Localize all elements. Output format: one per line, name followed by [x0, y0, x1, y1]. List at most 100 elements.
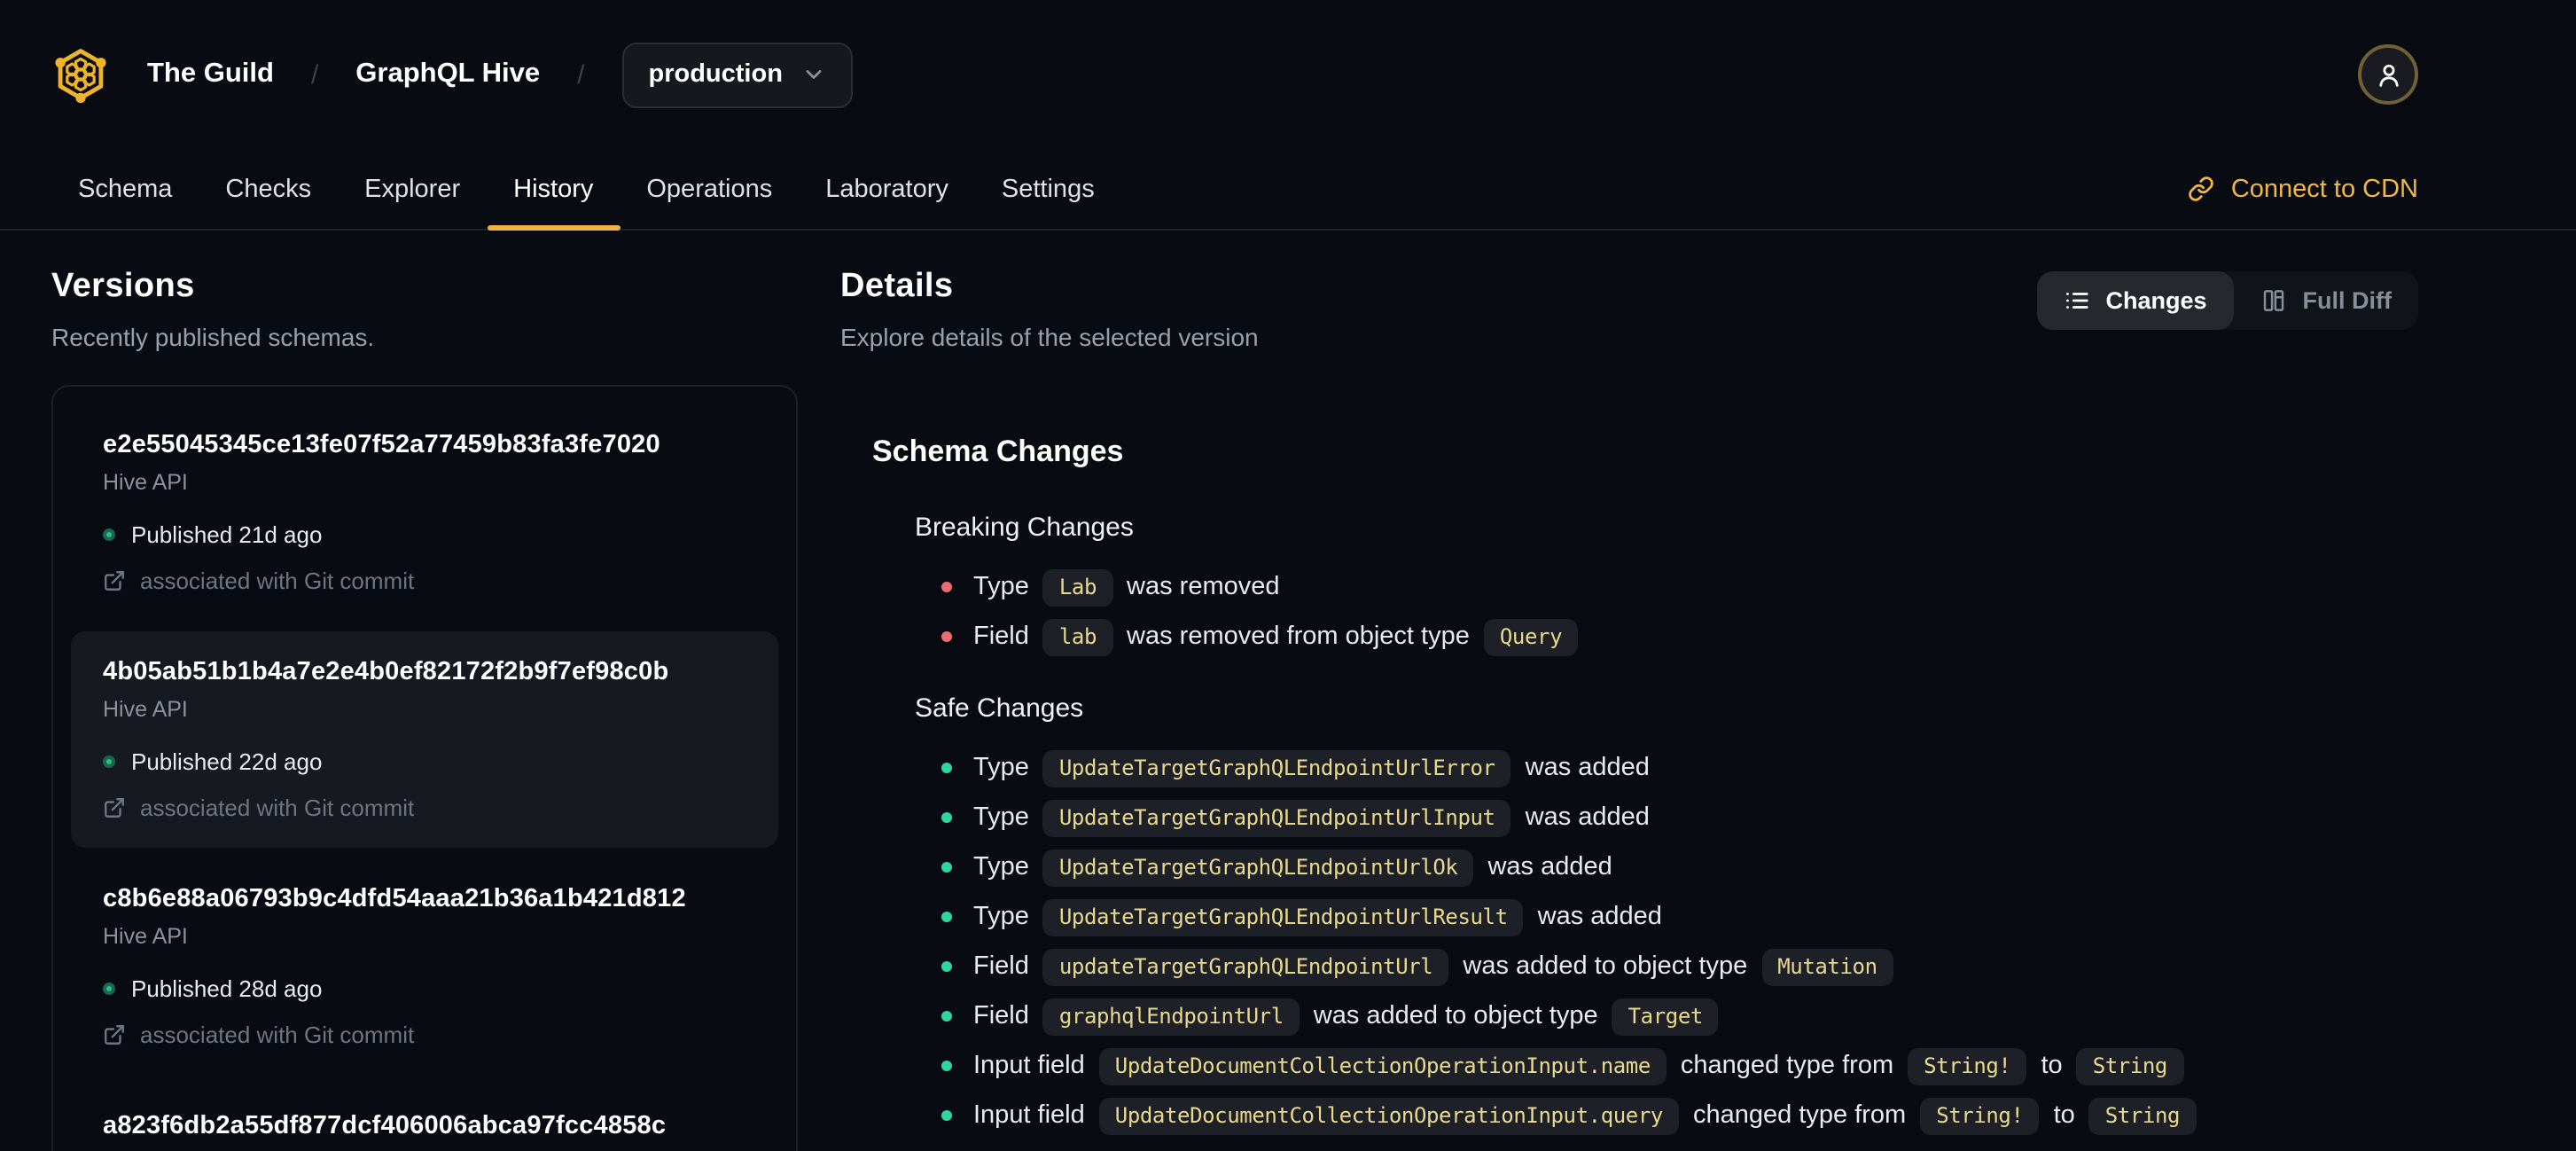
- schema-changes: Schema Changes Breaking Changes Type Lab w…: [840, 435, 2418, 1140]
- schema-changes-title: Schema Changes: [872, 435, 1124, 468]
- change-row: Type Lab was removed: [915, 562, 2418, 612]
- code-chip: UpdateTargetGraphQLEndpointUrlError: [1042, 749, 1511, 787]
- header: The Guild / GraphQL Hive / production Sc…: [0, 0, 2576, 231]
- list-icon: [2065, 293, 2088, 309]
- breaking-bullet-icon: [941, 582, 952, 592]
- code-chip: String: [2076, 1047, 2183, 1084]
- code-chip: String!: [1920, 1097, 2040, 1134]
- change-text: Field: [973, 1002, 1029, 1030]
- code-chip: UpdateTargetGraphQLEndpointUrlInput: [1042, 799, 1511, 836]
- tab-schema[interactable]: Schema: [51, 149, 199, 229]
- version-item[interactable]: a823f6db2a55df877dcf406006abca97fcc4858c…: [71, 1085, 778, 1151]
- changes-view-button[interactable]: Changes: [2036, 271, 2234, 330]
- change-row: Input field UpdateDocumentCollectionOpera…: [915, 1041, 2418, 1091]
- version-status: Published 28d ago: [103, 975, 746, 1002]
- link-icon: [2190, 176, 2214, 201]
- change-text: to: [2041, 1052, 2063, 1080]
- main-content: Versions Recently published schemas. e2e…: [0, 231, 2576, 1151]
- safe-bullet-icon: [941, 763, 952, 773]
- code-chip: lab: [1042, 618, 1113, 655]
- code-chip: UpdateTargetGraphQLEndpointUrlOk: [1042, 849, 1474, 886]
- version-service: Hive API: [103, 924, 188, 949]
- code-chip: Query: [1483, 618, 1579, 655]
- change-list: Type Lab was removed Field lab was removed fr…: [915, 562, 2418, 662]
- view-toggle: Changes Full Diff: [2036, 271, 2418, 330]
- published-dot-icon: [103, 983, 115, 995]
- change-row: Type UpdateTargetGraphQLEndpointUrlResult…: [915, 892, 2418, 942]
- tab-operations[interactable]: Operations: [620, 149, 799, 229]
- published-dot-icon: [103, 756, 115, 768]
- version-service: Hive API: [103, 697, 188, 722]
- change-row: Field graphqlEndpointUrl was added to obje…: [915, 991, 2418, 1041]
- safe-bullet-icon: [941, 912, 952, 922]
- code-chip: graphqlEndpointUrl: [1042, 998, 1300, 1035]
- git-commit-link[interactable]: associated with Git commit: [103, 795, 746, 821]
- safe-bullet-icon: [941, 961, 952, 972]
- connect-to-cdn-label: Connect to CDN: [2230, 175, 2418, 203]
- change-text: Type: [973, 803, 1029, 832]
- change-row: Type UpdateTargetGraphQLEndpointUrlInput w…: [915, 793, 2418, 842]
- change-text: was removed: [1127, 573, 1280, 601]
- version-hash: c8b6e88a06793b9c4dfd54aaa21b36a1b421d812: [103, 885, 686, 913]
- published-dot-icon: [103, 529, 115, 541]
- git-commit-link[interactable]: associated with Git commit: [103, 1022, 746, 1048]
- version-item[interactable]: e2e55045345ce13fe07f52a77459b83fa3fe7020…: [71, 404, 778, 621]
- change-text: Field: [973, 952, 1029, 981]
- external-link-icon: [105, 571, 124, 591]
- version-hash: a823f6db2a55df877dcf406006abca97fcc4858c: [103, 1112, 667, 1140]
- tab-laboratory[interactable]: Laboratory: [799, 149, 975, 229]
- change-row: Field lab was removed from object type Quer…: [915, 612, 2418, 662]
- target-selector[interactable]: production: [621, 42, 854, 107]
- tab-checks[interactable]: Checks: [199, 149, 338, 229]
- tab-history[interactable]: History: [487, 149, 621, 231]
- git-commit-link[interactable]: associated with Git commit: [103, 568, 746, 594]
- change-text: was added: [1537, 903, 1662, 931]
- change-row: Type UpdateTargetGraphQLEndpointUrlError w…: [915, 743, 2418, 793]
- breaking-bullet-icon: [941, 631, 952, 642]
- details-header: Details Explore details of the selected …: [840, 268, 2418, 351]
- full-diff-view-button[interactable]: Full Diff: [2234, 271, 2419, 330]
- external-link-icon: [105, 1025, 124, 1045]
- change-list: Type UpdateTargetGraphQLEndpointUrlError w…: [915, 743, 2418, 1140]
- code-chip: Lab: [1042, 568, 1113, 606]
- connect-to-cdn-button[interactable]: Connect to CDN: [2189, 149, 2418, 229]
- app-root: The Guild / GraphQL Hive / production Sc…: [0, 0, 2576, 1151]
- published-label: Published 21d ago: [131, 521, 323, 548]
- git-commit-label: associated with Git commit: [140, 1022, 415, 1048]
- published-label: Published 28d ago: [131, 975, 323, 1002]
- version-service: Hive API: [103, 470, 188, 495]
- breadcrumb-project[interactable]: GraphQL Hive: [355, 59, 540, 90]
- safe-bullet-icon: [941, 1061, 952, 1071]
- change-text: Input field: [973, 1052, 1085, 1080]
- tab-settings[interactable]: Settings: [975, 149, 1121, 229]
- change-section: Breaking Changes Type Lab was removed Field…: [872, 513, 2418, 662]
- tab-list: Schema Checks Explorer History Operations Lab…: [51, 149, 1121, 231]
- versions-panel: Versions Recently published schemas. e2e…: [51, 268, 798, 1151]
- breadcrumb-org[interactable]: The Guild: [147, 59, 274, 90]
- user-avatar-button[interactable]: [2358, 44, 2418, 105]
- code-chip: UpdateDocumentCollectionOperationInput.n…: [1098, 1047, 1667, 1084]
- version-item[interactable]: c8b6e88a06793b9c4dfd54aaa21b36a1b421d812…: [71, 858, 778, 1075]
- change-text: Field: [973, 622, 1029, 651]
- changes-view-label: Changes: [2105, 287, 2207, 314]
- change-text: Type: [973, 903, 1029, 931]
- code-chip: String!: [1908, 1047, 2027, 1084]
- version-item[interactable]: 4b05ab51b1b4a7e2e4b0ef82172f2b9f7ef98c0b…: [71, 631, 778, 848]
- change-text: was added: [1525, 754, 1650, 782]
- version-hash: 4b05ab51b1b4a7e2e4b0ef82172f2b9f7ef98c0b: [103, 658, 669, 686]
- details-title: Details: [840, 268, 954, 305]
- details-panel: Details Explore details of the selected …: [840, 268, 2418, 1140]
- change-text: Input field: [973, 1101, 1085, 1130]
- columns-icon: [2263, 290, 2283, 311]
- change-section-title: Safe Changes: [915, 693, 1084, 724]
- version-hash: e2e55045345ce13fe07f52a77459b83fa3fe7020: [103, 431, 660, 459]
- code-chip: updateTargetGraphQLEndpointUrl: [1042, 948, 1449, 985]
- change-text: to: [2053, 1101, 2075, 1130]
- hive-logo-icon[interactable]: [51, 44, 110, 105]
- code-chip: UpdateTargetGraphQLEndpointUrlResult: [1042, 898, 1524, 936]
- safe-bullet-icon: [941, 1011, 952, 1022]
- header-top: The Guild / GraphQL Hive / production: [0, 0, 2576, 149]
- tab-bar: Schema Checks Explorer History Operations Lab…: [0, 149, 2576, 231]
- tab-explorer[interactable]: Explorer: [338, 149, 487, 229]
- user-icon: [2378, 63, 2398, 86]
